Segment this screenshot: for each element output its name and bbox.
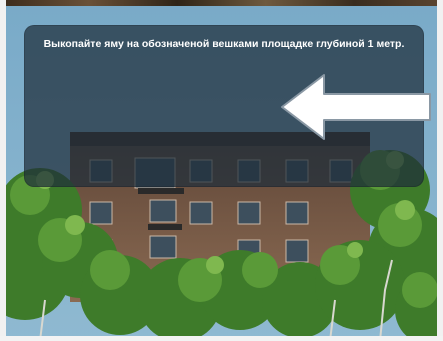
arrow-left-icon	[281, 74, 431, 140]
instruction-text: Выкопайте яму на обозначеной вешками пло…	[43, 38, 405, 50]
game-scene: Выкопайте яму на обозначеной вешками пло…	[0, 0, 443, 341]
frame-edge-left	[0, 0, 6, 341]
frame-edge-right	[437, 0, 443, 341]
top-strip	[0, 0, 443, 6]
frame-edge-bottom	[0, 336, 443, 341]
instruction-dialog: Выкопайте яму на обозначеной вешками пло…	[24, 25, 431, 187]
